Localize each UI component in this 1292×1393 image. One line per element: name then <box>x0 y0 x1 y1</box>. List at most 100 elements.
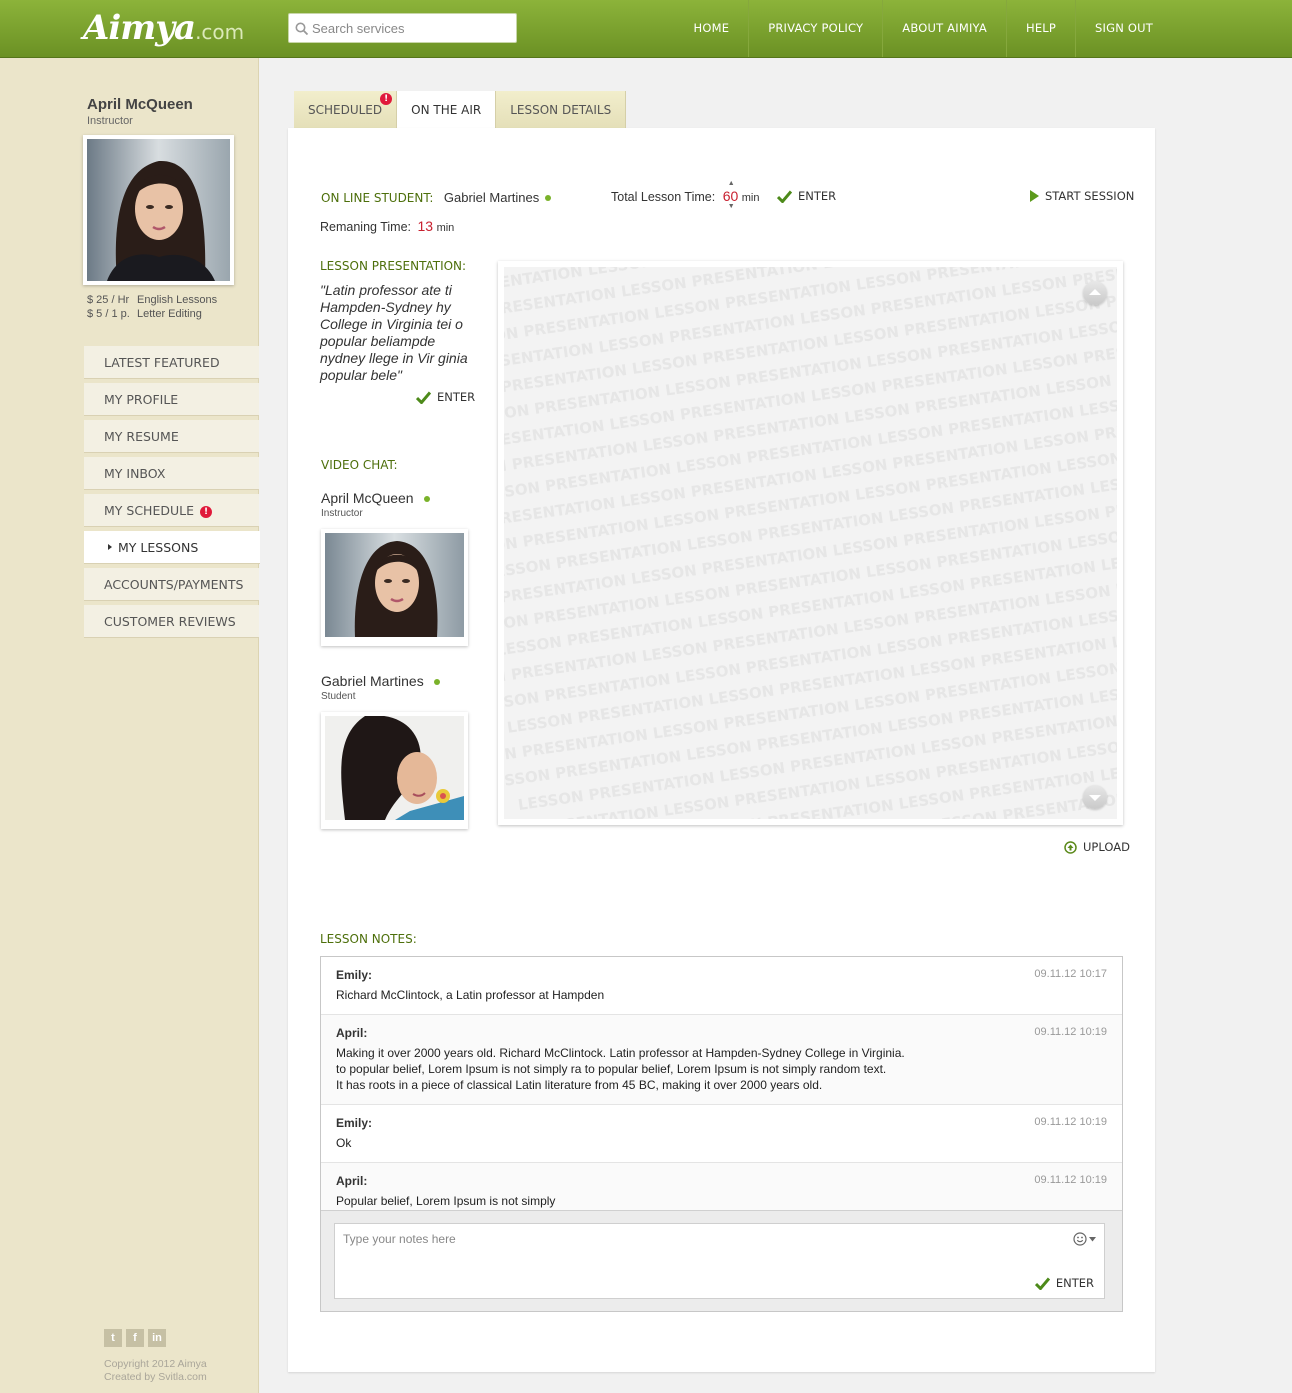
menu-accounts-payments[interactable]: ACCOUNTS/PAYMENTS <box>84 568 259 601</box>
participant-role: Instructor <box>321 508 363 519</box>
top-header: Aimya.com HOME PRIVACY POLICY ABOUT AIMI… <box>0 0 1292 58</box>
rate-price: $ 5 / 1 p. <box>87 308 130 320</box>
presentation-viewer[interactable]: LESSON PRESENTATION LESSON PRESENTATION … <box>498 261 1123 825</box>
note-line: It has roots in a piece of classical Lat… <box>336 1078 823 1092</box>
notes-list: Emily: 09.11.12 10:17 Richard McClintock… <box>321 957 1122 1220</box>
tab-on-the-air[interactable]: ON THE AIR <box>397 91 497 129</box>
stepper-up-icon[interactable]: ▲ <box>728 180 735 187</box>
menu-customer-reviews[interactable]: CUSTOMER REVIEWS <box>84 605 259 638</box>
logo-suffix: .com <box>195 20 245 44</box>
total-time-stepper[interactable]: ▲ 60 ▼ <box>722 180 739 210</box>
nav-help[interactable]: HELP <box>1005 0 1075 57</box>
profile-photo[interactable] <box>83 135 234 285</box>
start-session-button[interactable]: START SESSION <box>1030 189 1134 203</box>
note-compose-field: ENTER <box>334 1223 1105 1299</box>
note-line: Richard McClintock, a Latin professor at… <box>336 988 605 1002</box>
online-status-dot <box>423 495 430 502</box>
lesson-presentation-label: LESSON PRESENTATION: <box>320 259 467 273</box>
facebook-icon[interactable]: f <box>126 1329 144 1347</box>
note-timestamp: 09.11.12 10:19 <box>1034 1026 1107 1038</box>
lesson-notes-label: LESSON NOTES: <box>320 932 417 946</box>
note-timestamp: 09.11.12 10:17 <box>1034 968 1107 980</box>
aimya-logo[interactable]: Aimya.com <box>83 8 244 48</box>
search-input[interactable] <box>312 14 512 42</box>
menu-label: MY PROFILE <box>104 392 179 407</box>
upload-icon <box>1064 840 1077 854</box>
presentation-watermark: LESSON PRESENTATION LESSON PRESENTATION … <box>504 267 1117 819</box>
note-text: Popular belief, Lorem Ipsum is not simpl… <box>336 1193 1107 1209</box>
tab-label: ON THE AIR <box>411 103 482 117</box>
instructor-video-feed[interactable] <box>321 529 468 646</box>
participant-name: Gabriel Martines <box>321 673 424 689</box>
tab-lesson-details[interactable]: LESSON DETAILS <box>496 91 627 129</box>
instructor-avatar <box>87 139 230 281</box>
search-icon <box>295 22 309 36</box>
enter-label: ENTER <box>437 390 476 404</box>
participant-name: April McQueen <box>321 490 414 506</box>
tab-scheduled[interactable]: SCHEDULED! <box>294 91 398 129</box>
nav-home[interactable]: HOME <box>675 0 749 57</box>
emoji-picker[interactable] <box>1073 1232 1096 1246</box>
note-line: to popular belief, Lorem Ipsum is not si… <box>336 1062 887 1076</box>
rates-list: $ 25 / Hr English Lessons $ 5 / 1 p. Lette… <box>87 293 217 321</box>
search-box <box>288 13 517 43</box>
instructor-video-avatar <box>325 533 464 637</box>
total-time-label: Total Lesson Time: <box>611 190 716 204</box>
note-author: Emily: <box>336 1116 373 1130</box>
total-time-unit: min <box>741 192 760 204</box>
social-links: t f in <box>104 1329 166 1347</box>
presentation-canvas: LESSON PRESENTATION LESSON PRESENTATION … <box>504 267 1117 819</box>
note-text: Richard McClintock, a Latin professor at… <box>336 987 1107 1003</box>
student-video-avatar <box>325 715 464 820</box>
online-status-dot <box>433 678 440 685</box>
linkedin-icon[interactable]: in <box>148 1329 166 1347</box>
notes-input[interactable] <box>335 1224 1035 1264</box>
chevron-down-icon <box>1089 795 1101 801</box>
note-author: April: <box>336 1026 368 1040</box>
presentation-enter-button[interactable]: ENTER <box>416 390 475 404</box>
nav-sign-out[interactable]: SIGN OUT <box>1075 0 1172 57</box>
upload-label: UPLOAD <box>1083 840 1130 854</box>
online-student-name: Gabriel Martines <box>443 190 540 205</box>
menu-label: ACCOUNTS/PAYMENTS <box>104 577 244 592</box>
tab-label: SCHEDULED <box>308 103 383 117</box>
logo-text: Aimya <box>83 8 196 48</box>
nav-about-aimiya[interactable]: ABOUT AIMIYA <box>882 0 1006 57</box>
menu-label: MY INBOX <box>104 466 166 481</box>
twitter-icon[interactable]: t <box>104 1329 122 1347</box>
note-line: Ok <box>336 1136 352 1150</box>
menu-my-schedule[interactable]: MY SCHEDULE! <box>84 494 259 527</box>
profile-role: Instructor <box>87 115 133 127</box>
total-lesson-time: Total Lesson Time: ▲ 60 ▼ min <box>611 180 760 210</box>
session-enter-button[interactable]: ENTER <box>777 189 836 203</box>
video-chat-label: VIDEO CHAT: <box>321 458 398 472</box>
scroll-up-button[interactable] <box>1083 281 1107 305</box>
rate-row: $ 5 / 1 p. Letter Editing <box>87 307 217 321</box>
stepper-down-icon[interactable]: ▼ <box>728 203 735 210</box>
note-compose-area: ENTER <box>321 1210 1122 1311</box>
upload-button[interactable]: UPLOAD <box>1064 840 1130 854</box>
menu-latest-featured[interactable]: LATEST FEATURED <box>84 346 259 379</box>
main-panel: ON LINE STUDENT: Gabriel Martines Total … <box>288 128 1155 1372</box>
copyright-text: Copyright 2012 Aimya <box>104 1358 207 1370</box>
menu-my-inbox[interactable]: MY INBOX <box>84 457 259 490</box>
presentation-quote: "Latin professor ate ti Hampden-Sydney h… <box>320 282 468 383</box>
menu-my-resume[interactable]: MY RESUME <box>84 420 259 453</box>
menu-label: LATEST FEATURED <box>104 355 220 370</box>
check-icon <box>416 391 431 404</box>
menu-my-lessons[interactable]: MY LESSONS <box>84 531 260 564</box>
total-time-value: 60 <box>722 188 739 204</box>
notes-enter-button[interactable]: ENTER <box>1034 1276 1094 1290</box>
scroll-down-button[interactable] <box>1083 785 1107 809</box>
note-entry: April: 09.11.12 10:19 Making it over 200… <box>321 1015 1122 1105</box>
menu-my-profile[interactable]: MY PROFILE <box>84 383 259 416</box>
created-by-text: Created by Svitla.com <box>104 1371 207 1383</box>
participant-role: Student <box>321 691 356 702</box>
nav-privacy-policy[interactable]: PRIVACY POLICY <box>748 0 882 57</box>
chat-participant-instructor: April McQueen Instructor <box>321 490 430 519</box>
sidebar-menu: LATEST FEATURED MY PROFILE MY RESUME MY … <box>84 346 260 642</box>
note-entry: Emily: 09.11.12 10:17 Richard McClintock… <box>321 957 1122 1015</box>
menu-label: CUSTOMER REVIEWS <box>104 614 236 629</box>
student-video-feed[interactable] <box>321 712 468 829</box>
rate-price: $ 25 / Hr <box>87 294 130 306</box>
